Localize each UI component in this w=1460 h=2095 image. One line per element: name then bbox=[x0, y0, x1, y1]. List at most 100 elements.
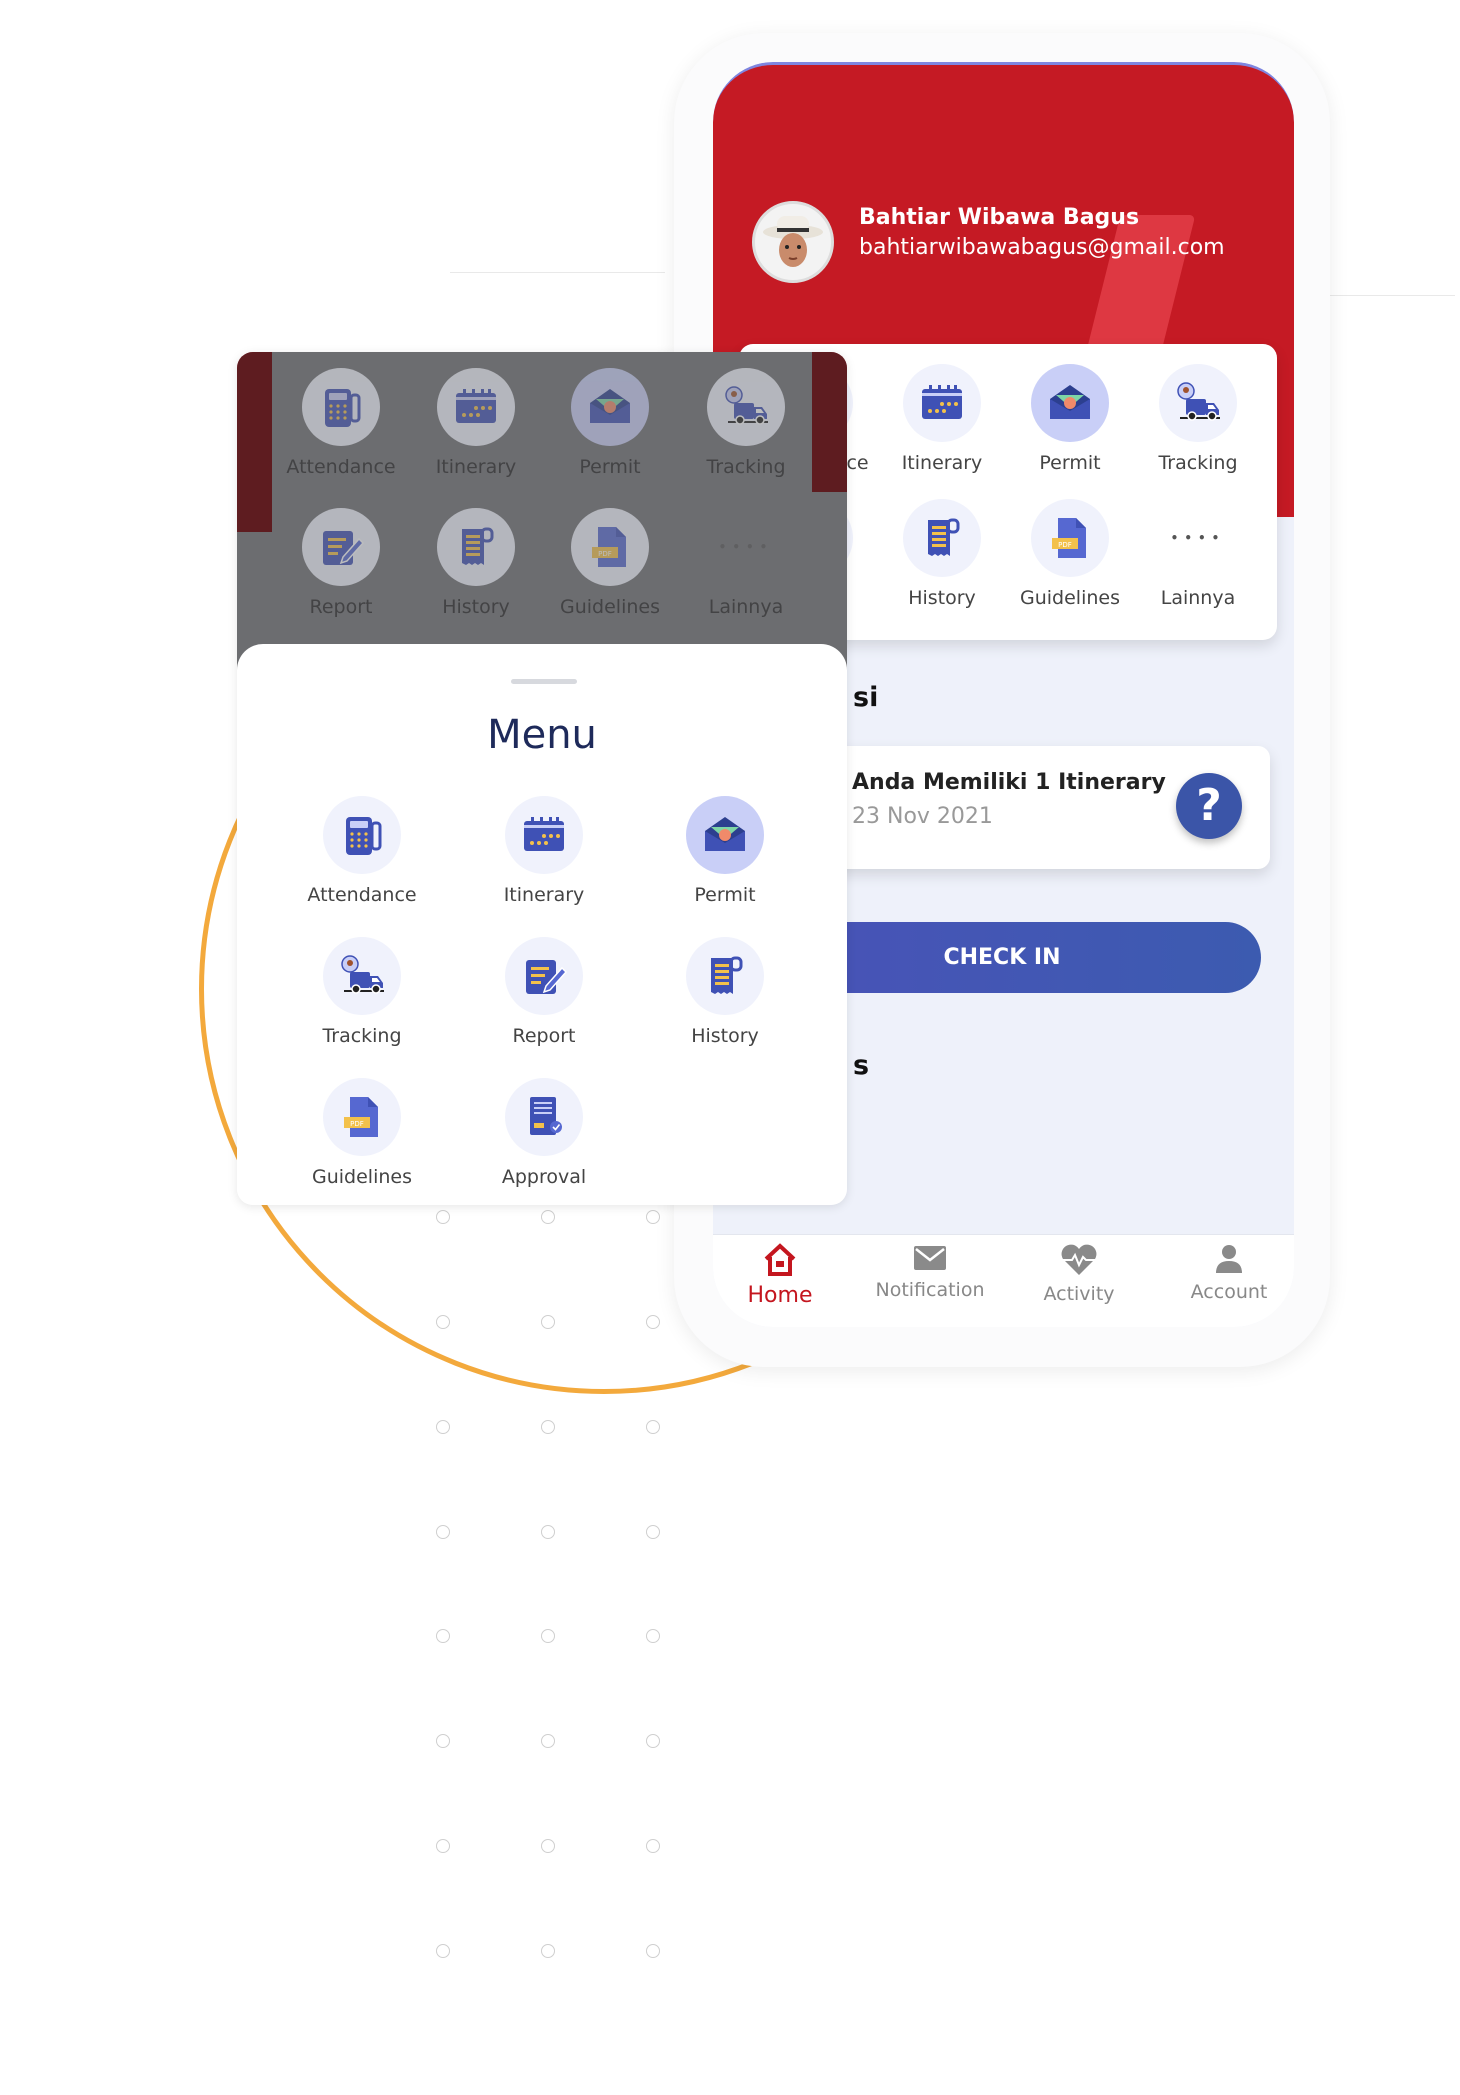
menu-item-guidelines[interactable]: Guidelines bbox=[1005, 499, 1135, 609]
profile-email: bahtiarwibawabagus@gmail.com bbox=[859, 235, 1225, 260]
menu-item-guidelines[interactable]: Guidelines bbox=[297, 1078, 427, 1188]
history-icon bbox=[903, 499, 981, 577]
bottom-nav: Home Notification Activity Account bbox=[713, 1234, 1294, 1327]
menu-item-itinerary[interactable]: Itinerary bbox=[479, 796, 609, 906]
decorative-dot bbox=[436, 1629, 450, 1643]
decorative-dot bbox=[541, 1210, 555, 1224]
permit-icon bbox=[571, 368, 649, 446]
decorative-dot bbox=[646, 1210, 660, 1224]
nav-label: Activity bbox=[1043, 1283, 1115, 1305]
question-icon[interactable]: ? bbox=[1176, 773, 1242, 839]
menu-item-label: Report bbox=[512, 1025, 576, 1047]
menu-item-label: Report bbox=[309, 596, 373, 618]
more-icon: •••• bbox=[1170, 531, 1226, 545]
decorative-dot bbox=[646, 1839, 660, 1853]
menu-item-label: Permit bbox=[579, 456, 641, 478]
menu-item-label: Guidelines bbox=[560, 596, 660, 618]
nav-label: Notification bbox=[875, 1279, 985, 1301]
decorative-dot bbox=[541, 1839, 555, 1853]
decorative-dot bbox=[646, 1315, 660, 1329]
decorative-dot bbox=[436, 1839, 450, 1853]
profile-name: Bahtiar Wibawa Bagus bbox=[859, 205, 1140, 230]
decorative-dot bbox=[436, 1525, 450, 1539]
more-icon: •••• bbox=[718, 540, 774, 554]
decorative-dot bbox=[646, 1525, 660, 1539]
permit-icon bbox=[686, 796, 764, 874]
nav-notification[interactable]: Notification bbox=[860, 1243, 1000, 1301]
nav-home[interactable]: Home bbox=[713, 1243, 850, 1308]
menu-item-attendance[interactable]: Attendance bbox=[297, 796, 427, 906]
decorative-line bbox=[1330, 295, 1455, 296]
menu-item-label: Lainnya bbox=[708, 596, 784, 618]
nav-account[interactable]: Account bbox=[1159, 1243, 1294, 1303]
decorative-dot bbox=[541, 1734, 555, 1748]
menu-item-label: Tracking bbox=[706, 456, 786, 478]
section-heading-fragment: s bbox=[853, 1050, 870, 1081]
menu-item-permit[interactable]: Permit bbox=[660, 796, 790, 906]
decorative-line bbox=[450, 272, 665, 273]
avatar[interactable] bbox=[752, 201, 834, 283]
menu-item-itinerary[interactable]: Itinerary bbox=[877, 364, 1007, 474]
decorative-dot bbox=[541, 1420, 555, 1434]
decorative-dot bbox=[436, 1210, 450, 1224]
dimmed-quick-menu: Attendance Itinerary Permit Tracking Report H… bbox=[237, 352, 847, 672]
itinerary-title: Anda Memiliki 1 Itinerary bbox=[852, 770, 1166, 795]
sheet-drag-handle[interactable] bbox=[511, 679, 577, 684]
report-icon bbox=[505, 937, 583, 1015]
section-heading-fragment: si bbox=[853, 682, 879, 713]
user-icon bbox=[1159, 1243, 1294, 1275]
menu-item-label: Lainnya bbox=[1160, 587, 1236, 609]
decorative-dot bbox=[541, 1525, 555, 1539]
guidelines-icon bbox=[1031, 499, 1109, 577]
menu-item-tracking[interactable]: Tracking bbox=[681, 368, 811, 478]
menu-bottom-sheet: Menu Attendance Itinerary Permit Tracking Re… bbox=[237, 644, 847, 1205]
decorative-dot bbox=[646, 1420, 660, 1434]
decorative-dot bbox=[436, 1734, 450, 1748]
tracking-icon bbox=[707, 368, 785, 446]
nav-activity[interactable]: Activity bbox=[1009, 1243, 1149, 1305]
menu-item-report[interactable]: Report bbox=[276, 508, 406, 618]
decorative-dot bbox=[541, 1944, 555, 1958]
decorative-dot bbox=[646, 1944, 660, 1958]
menu-item-label: Permit bbox=[694, 884, 756, 906]
menu-item-guidelines[interactable]: Guidelines bbox=[545, 508, 675, 618]
menu-item-itinerary[interactable]: Itinerary bbox=[411, 368, 541, 478]
menu-item-permit[interactable]: Permit bbox=[545, 368, 675, 478]
menu-item-label: History bbox=[908, 587, 976, 609]
heartbeat-icon bbox=[1009, 1243, 1149, 1277]
itinerary-icon bbox=[437, 368, 515, 446]
menu-item-lainnya[interactable]: •••• Lainnya bbox=[1133, 499, 1263, 609]
guidelines-icon bbox=[571, 508, 649, 586]
menu-overlay-screen: Attendance Itinerary Permit Tracking Report H… bbox=[237, 352, 847, 1205]
menu-item-report[interactable]: Report bbox=[479, 937, 609, 1047]
menu-item-history[interactable]: History bbox=[411, 508, 541, 618]
menu-item-label: Attendance bbox=[307, 884, 417, 906]
itinerary-icon bbox=[505, 796, 583, 874]
menu-title: Menu bbox=[487, 712, 597, 758]
menu-item-history[interactable]: History bbox=[877, 499, 1007, 609]
decorative-dot bbox=[436, 1944, 450, 1958]
attendance-icon bbox=[323, 796, 401, 874]
guidelines-icon bbox=[323, 1078, 401, 1156]
menu-item-approval[interactable]: Approval bbox=[479, 1078, 609, 1188]
menu-item-label: History bbox=[691, 1025, 759, 1047]
report-icon bbox=[302, 508, 380, 586]
permit-icon bbox=[1031, 364, 1109, 442]
menu-item-label: History bbox=[442, 596, 510, 618]
itinerary-card[interactable]: Anda Memiliki 1 Itinerary 23 Nov 2021 ? bbox=[796, 746, 1270, 869]
menu-item-label: Approval bbox=[501, 1166, 587, 1188]
menu-item-label: Tracking bbox=[1158, 452, 1238, 474]
attendance-icon bbox=[302, 368, 380, 446]
menu-item-tracking[interactable]: Tracking bbox=[297, 937, 427, 1047]
decorative-dot bbox=[436, 1420, 450, 1434]
decorative-dot bbox=[541, 1629, 555, 1643]
menu-item-label: Itinerary bbox=[901, 452, 983, 474]
menu-item-attendance[interactable]: Attendance bbox=[276, 368, 406, 478]
menu-item-tracking[interactable]: Tracking bbox=[1133, 364, 1263, 474]
menu-item-permit[interactable]: Permit bbox=[1005, 364, 1135, 474]
decorative-dot bbox=[541, 1315, 555, 1329]
menu-item-label: Itinerary bbox=[435, 456, 517, 478]
menu-item-history[interactable]: History bbox=[660, 937, 790, 1047]
menu-item-lainnya[interactable]: •••• Lainnya bbox=[681, 508, 811, 618]
menu-item-label: Itinerary bbox=[503, 884, 585, 906]
